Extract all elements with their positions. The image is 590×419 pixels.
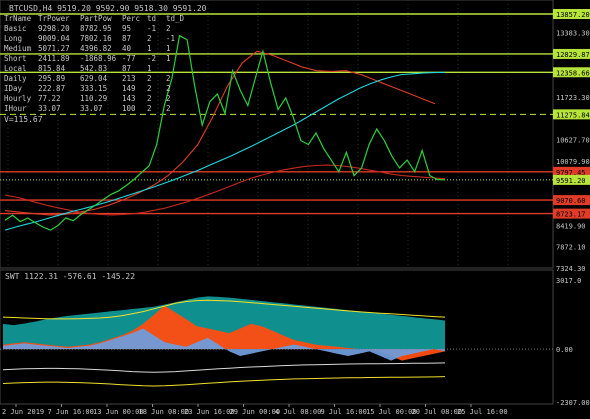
table-cell: 1	[147, 64, 152, 73]
indicator-title: SWT 1122.31 -576.61 -145.22	[5, 272, 135, 281]
table-cell: 2	[147, 74, 152, 83]
table-cell: Short	[4, 54, 27, 63]
price-tick-label: 13383.30	[556, 29, 590, 37]
table-cell: Local	[4, 64, 27, 73]
table-cell: 149	[122, 84, 136, 93]
indicator-tick-label: -2307.00	[556, 399, 590, 407]
table-cell: 1	[147, 44, 152, 53]
time-tick-label: 29 Jun 00:00	[230, 408, 281, 416]
table-cell: 7802.16	[80, 34, 112, 43]
price-tick-label: 12358.66	[556, 69, 590, 77]
table-cell: 40	[122, 44, 132, 53]
price-tick-label: 13857.20	[556, 11, 590, 19]
table-cell: -77	[122, 54, 136, 63]
table-cell: Basic	[4, 24, 27, 33]
price-tick-label: 8723.17	[556, 211, 586, 219]
table-cell: 100	[122, 104, 136, 113]
price-tick-label: 11275.84	[556, 111, 590, 119]
time-tick-label: 20 Jul 08:00	[412, 408, 463, 416]
table-cell: 2	[147, 94, 152, 103]
time-tick-label: 25 Jul 16:00	[457, 408, 508, 416]
table-cell: -1	[166, 34, 175, 43]
table-cell: 110.29	[80, 94, 107, 103]
table-cell: 2411.89	[38, 54, 70, 63]
table-header: TrPower	[38, 14, 70, 23]
table-cell: 5071.27	[38, 44, 70, 53]
chart-title: BTCUSD,H4 9519.20 9592.90 9518.30 9591.2…	[9, 4, 207, 13]
table-header: TrName	[4, 14, 32, 23]
time-tick-label: 7 Jun 16:00	[48, 408, 94, 416]
table-cell: 33.07	[80, 104, 103, 113]
table-cell: 2	[166, 84, 171, 93]
table-cell: 87	[122, 34, 131, 43]
table-header: PartPow	[80, 14, 112, 23]
price-tick-label: 9070.60	[556, 197, 586, 205]
table-header: Perc	[122, 14, 140, 23]
price-tick-label: 12829.87	[556, 51, 590, 59]
time-tick-label: 23 Jun 16:00	[184, 408, 235, 416]
table-cell: 8782.95	[80, 24, 112, 33]
time-tick-label: 2 Jun 2019	[2, 408, 44, 416]
table-cell: 2	[166, 74, 171, 83]
price-tick-label: 11723.30	[556, 94, 590, 102]
time-tick-label: 13 Jun 00:00	[93, 408, 144, 416]
table-cell: 629.04	[80, 74, 108, 83]
table-header: td_D	[166, 14, 185, 23]
table-cell: Daily	[4, 74, 27, 83]
time-tick-label: 4 Jul 08:00	[275, 408, 321, 416]
indicator-tick-label: 0.00	[556, 346, 573, 354]
table-cell: 95	[122, 24, 131, 33]
time-tick-label: 18 Jun 08:00	[139, 408, 190, 416]
table-cell: 2	[147, 104, 152, 113]
v-label: V=115.67	[4, 115, 43, 124]
table-header: td	[147, 14, 156, 23]
price-tick-label: 7324.30	[556, 265, 586, 273]
table-cell: 2	[166, 94, 171, 103]
table-cell: IDay	[4, 84, 23, 93]
table-cell: Medium	[4, 44, 32, 53]
table-cell: 9009.04	[38, 34, 70, 43]
price-tick-label: 7872.10	[556, 244, 586, 252]
table-cell: 1	[166, 44, 171, 53]
table-cell: -1	[147, 24, 156, 33]
table-cell: IHour	[4, 104, 27, 113]
chart: 13857.20 13383.30 12829.87 12358.66 11723.30…	[0, 0, 590, 419]
price-tick-label: 10079.90	[556, 158, 590, 166]
table-cell: 213	[122, 74, 136, 83]
table-cell: 2	[166, 24, 171, 33]
table-cell: 2	[166, 104, 171, 113]
table-cell: -1868.96	[80, 54, 117, 63]
table-cell: Long	[4, 34, 22, 43]
table-cell: -2	[147, 54, 156, 63]
time-tick-label: 9 Jul 16:00	[321, 408, 367, 416]
table-cell: 87	[122, 64, 131, 73]
table-cell: Hourly	[4, 94, 32, 103]
table-cell: 222.87	[38, 84, 65, 93]
table-cell: 143	[122, 94, 136, 103]
table-cell: 295.89	[38, 74, 65, 83]
table-cell: 33.07	[38, 104, 61, 113]
time-tick-label: 15 Jul 00:00	[366, 408, 417, 416]
table-cell: 815.84	[38, 64, 66, 73]
price-tick-label: 8419.90	[556, 222, 586, 230]
table-cell: 4396.82	[80, 44, 112, 53]
table-cell: 77.22	[38, 94, 61, 103]
price-tick-label: 9591.20	[556, 177, 586, 185]
indicator-tick-label: 3017.0	[556, 277, 581, 285]
price-tick-label: 10627.70	[556, 137, 590, 145]
table-cell: 333.15	[80, 84, 107, 93]
table-cell: 2	[147, 34, 152, 43]
table-cell: 1	[166, 54, 171, 63]
table-cell: 2	[147, 84, 152, 93]
table-cell: 542.83	[80, 64, 107, 73]
table-cell: 9298.20	[38, 24, 70, 33]
